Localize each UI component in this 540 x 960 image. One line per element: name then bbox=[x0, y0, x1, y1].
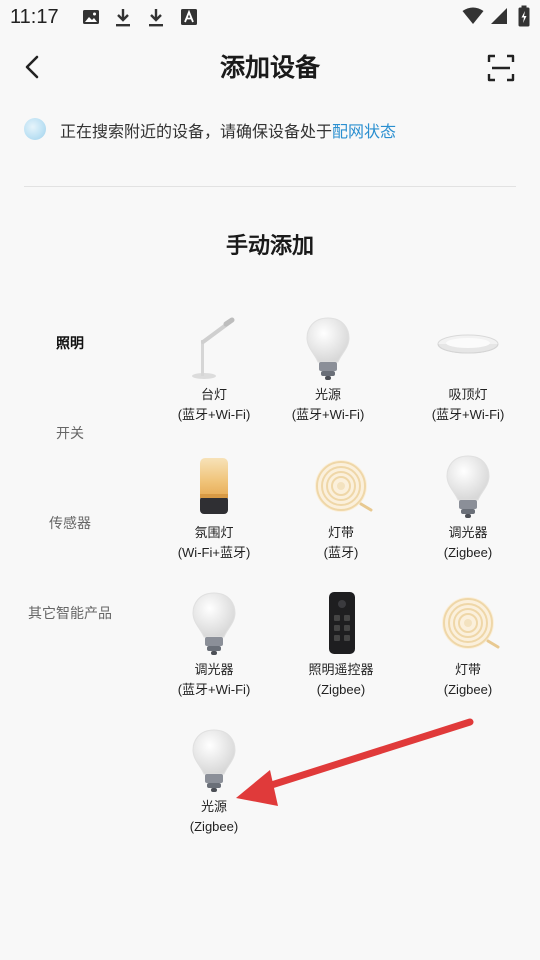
device-item-light-strip[interactable]: 灯带 (蓝牙) bbox=[275, 454, 407, 562]
device-protocol: (蓝牙) bbox=[323, 545, 359, 560]
search-notice: 正在搜索附近的设备，请确保设备处于配网状态 bbox=[60, 118, 396, 142]
searching-indicator-icon bbox=[24, 118, 46, 140]
device-protocol: (蓝牙+Wi-Fi) bbox=[291, 407, 365, 422]
bulb-icon bbox=[402, 454, 534, 520]
status-time: 11:17 bbox=[10, 6, 59, 28]
bulb-icon bbox=[148, 591, 280, 657]
ceiling-light-icon bbox=[402, 316, 534, 382]
manual-add-title: 手动添加 bbox=[225, 234, 314, 259]
device-name: 灯带 bbox=[327, 526, 354, 541]
category-switch[interactable]: 开关 bbox=[0, 423, 140, 443]
divider bbox=[24, 186, 516, 187]
scan-button[interactable] bbox=[486, 53, 516, 83]
device-protocol: (Wi-Fi+蓝牙) bbox=[177, 545, 251, 560]
device-item-light-source-zigbee[interactable]: 光源 (Zigbee) bbox=[148, 728, 280, 836]
device-name: 调光器 bbox=[194, 663, 234, 678]
device-name: 照明遥控器 bbox=[308, 663, 374, 678]
device-item-lighting-remote[interactable]: 照明遥控器 (Zigbee) bbox=[275, 591, 407, 699]
download-icon bbox=[114, 8, 132, 28]
pairing-mode-link[interactable]: 配网状态 bbox=[332, 122, 396, 141]
battery-charging-icon bbox=[518, 5, 530, 27]
device-name: 吸顶灯 bbox=[448, 388, 488, 403]
font-a-icon bbox=[180, 8, 198, 26]
signal-icon bbox=[490, 7, 508, 25]
status-bar: 11:17 bbox=[0, 0, 540, 36]
device-item-dimmer-ble-wifi[interactable]: 调光器 (蓝牙+Wi-Fi) bbox=[148, 591, 280, 699]
remote-control-icon bbox=[275, 591, 407, 657]
device-protocol: (Zigbee) bbox=[316, 682, 366, 697]
category-other-smart[interactable]: 其它智能产品 bbox=[0, 603, 140, 623]
device-item-desk-lamp[interactable]: 台灯 (蓝牙+Wi-Fi) bbox=[148, 316, 280, 424]
category-sensor[interactable]: 传感器 bbox=[0, 513, 140, 533]
device-protocol: (蓝牙+Wi-Fi) bbox=[177, 407, 251, 422]
light-strip-icon bbox=[402, 591, 534, 657]
device-name: 调光器 bbox=[448, 526, 488, 541]
bulb-icon bbox=[148, 728, 280, 794]
device-protocol: (Zigbee) bbox=[443, 682, 493, 697]
download-icon bbox=[147, 8, 165, 28]
category-lighting[interactable]: 照明 bbox=[0, 333, 140, 353]
image-icon bbox=[82, 8, 100, 26]
device-protocol: (蓝牙+Wi-Fi) bbox=[177, 682, 251, 697]
device-protocol: (蓝牙+Wi-Fi) bbox=[431, 407, 505, 422]
scan-icon bbox=[487, 54, 515, 82]
search-notice-text: 正在搜索附近的设备，请确保设备处于 bbox=[60, 122, 333, 141]
device-name: 氛围灯 bbox=[194, 526, 234, 541]
device-name: 灯带 bbox=[454, 663, 481, 678]
device-name: 光源 bbox=[314, 388, 341, 403]
desk-lamp-icon bbox=[148, 316, 280, 382]
wifi-icon bbox=[462, 7, 484, 25]
device-item-dimmer-zigbee[interactable]: 调光器 (Zigbee) bbox=[402, 454, 534, 562]
page-title: 添加设备 bbox=[219, 53, 320, 82]
ambient-lamp-icon bbox=[148, 454, 280, 520]
device-protocol: (Zigbee) bbox=[189, 819, 239, 834]
device-item-ceiling-light[interactable]: 吸顶灯 (蓝牙+Wi-Fi) bbox=[402, 316, 534, 424]
device-item-ambient-lamp[interactable]: 氛围灯 (Wi-Fi+蓝牙) bbox=[148, 454, 280, 562]
device-name: 光源 bbox=[200, 800, 227, 815]
bulb-icon bbox=[262, 316, 394, 382]
light-strip-icon bbox=[275, 454, 407, 520]
device-name: 台灯 bbox=[200, 388, 227, 403]
device-protocol: (Zigbee) bbox=[443, 545, 493, 560]
device-item-light-source[interactable]: 光源 (蓝牙+Wi-Fi) bbox=[262, 316, 394, 424]
device-item-light-strip-zigbee[interactable]: 灯带 (Zigbee) bbox=[402, 591, 534, 699]
